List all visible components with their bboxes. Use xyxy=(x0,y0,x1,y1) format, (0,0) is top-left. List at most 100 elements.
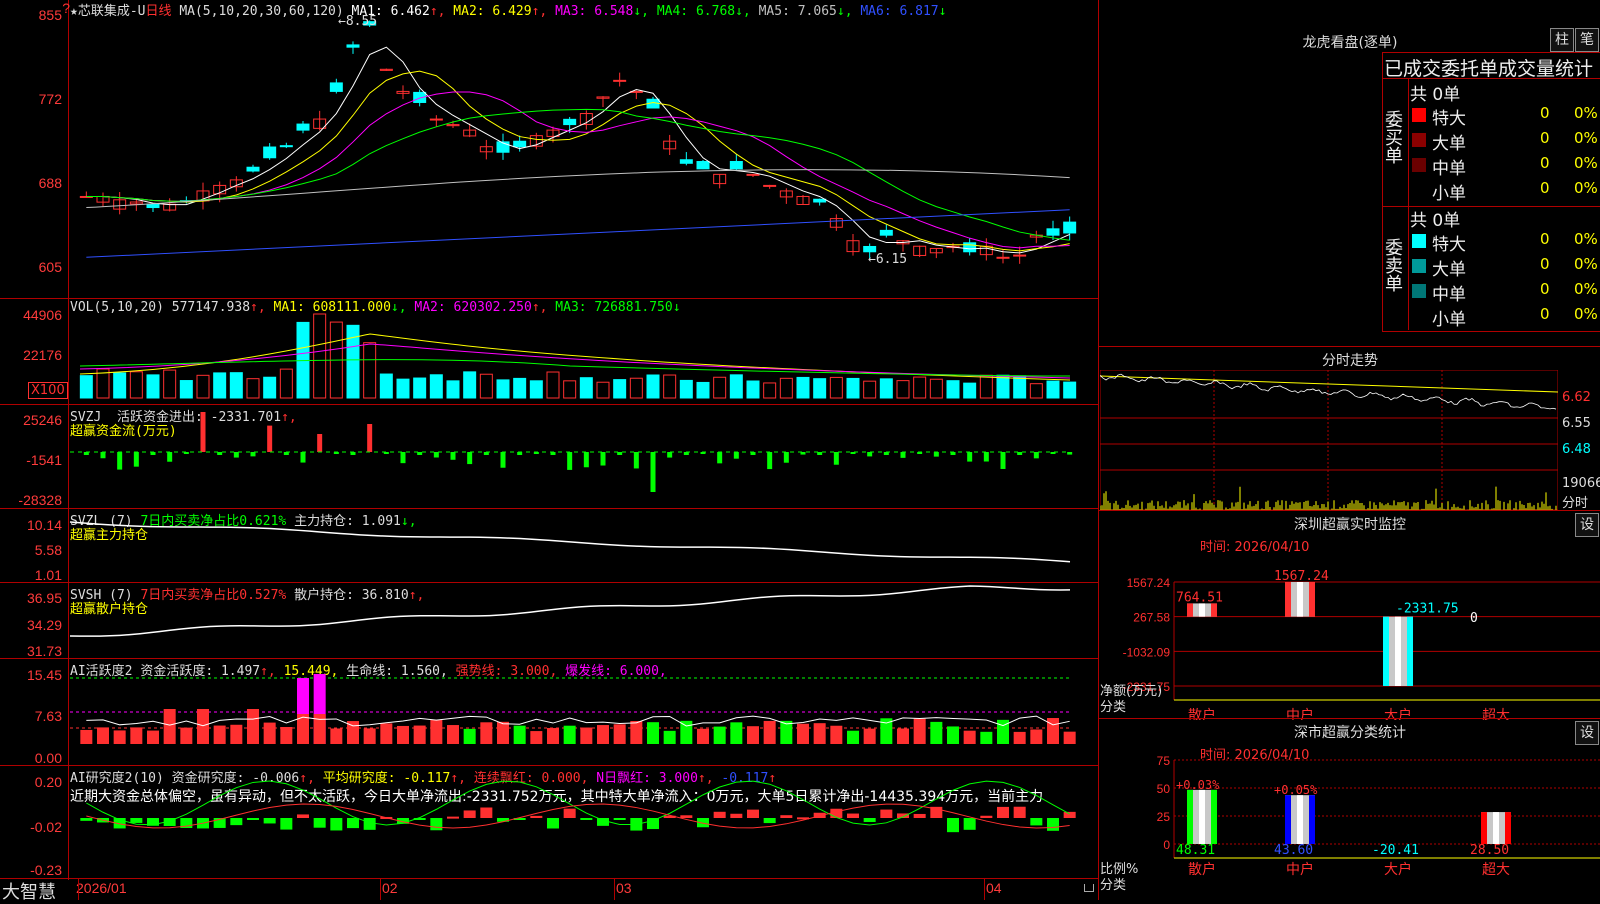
volume-value: 577147.938 xyxy=(171,300,251,315)
active-bar xyxy=(613,724,626,744)
volume-bar xyxy=(479,373,493,399)
buy-row-value: 0 xyxy=(1540,154,1550,172)
volume-ma3: MA3: 726881.750 xyxy=(555,300,673,315)
volume-bar xyxy=(396,378,410,399)
research-bar xyxy=(863,818,876,822)
sell-row-pct: 0% xyxy=(1574,230,1598,248)
svsh-chart[interactable] xyxy=(69,584,1098,658)
volume-bar xyxy=(113,372,127,399)
monitor-x-unit: 分类 xyxy=(1100,700,1127,715)
svzl-ylabel: 5.58 xyxy=(34,542,62,558)
ai-research-header: AI研究度2(10) 资金研究度: -0.006↑, 平均研究度: -0.117… xyxy=(70,771,777,786)
volume-bar xyxy=(613,379,627,399)
intraday-label: 6.62 xyxy=(1562,390,1591,405)
volume-bar xyxy=(463,371,477,399)
candle-body xyxy=(763,184,777,187)
flow-bar xyxy=(267,425,273,452)
panel-divider xyxy=(0,765,1098,766)
kline-ylabel: 772 xyxy=(38,91,62,107)
month-tick xyxy=(78,878,79,900)
ai-research-name: AI研究度2(10) xyxy=(70,771,164,786)
svzj-ylabel: -1541 xyxy=(26,452,62,468)
active-bar xyxy=(1047,718,1059,744)
buy-row-swatch xyxy=(1412,183,1426,197)
flow-bar xyxy=(983,452,989,462)
volume-bar xyxy=(179,380,193,399)
candle-body xyxy=(146,203,160,209)
classify-settings-button[interactable]: 设 xyxy=(1575,721,1599,745)
kline-ylabel: 855 xyxy=(38,7,62,23)
volume-bar xyxy=(279,368,293,399)
sell-total: 共 0单 xyxy=(1410,211,1461,231)
lock-icon[interactable] xyxy=(1084,884,1094,892)
volume-bar xyxy=(429,374,443,399)
bar-mode-button[interactable]: 柱 xyxy=(1550,28,1574,52)
svzl-chart[interactable] xyxy=(69,510,1098,582)
research-bar xyxy=(313,818,326,828)
flow-bar xyxy=(367,424,373,452)
xaxis-label: 04 xyxy=(986,880,1002,896)
classify-chart[interactable]: 75 50 25 0 48.31 散户 43.60 中户 -20.41 大户 28.50 超大 +0.0… xyxy=(1100,756,1600,900)
active-bar xyxy=(813,723,826,744)
high-marker-value: 8.55 xyxy=(345,14,378,29)
stroke-mode-button[interactable]: 笔 xyxy=(1575,28,1599,52)
active-bar xyxy=(480,722,493,744)
monitor-value-label: 1567.24 xyxy=(1274,569,1329,584)
sell-row-value: 0 xyxy=(1540,280,1550,298)
volume-bar xyxy=(263,376,277,399)
research-bar xyxy=(647,818,659,830)
volume-chart[interactable] xyxy=(70,313,1098,399)
flow-bar xyxy=(967,452,973,462)
month-tick xyxy=(380,878,381,900)
buy-row-value: 0 xyxy=(1540,179,1550,197)
flow-bar xyxy=(167,452,173,462)
buy-row-pct: 0% xyxy=(1574,129,1598,147)
ai-research-chart[interactable] xyxy=(70,780,1098,878)
monitor-bar-edge xyxy=(1407,616,1413,686)
classify-bar-edge xyxy=(1187,789,1193,844)
active-bar xyxy=(1063,731,1076,744)
classify-bar-shine xyxy=(1297,795,1303,844)
volume-bar xyxy=(629,377,643,399)
research-bar xyxy=(913,813,926,818)
active-bar xyxy=(847,730,859,744)
active-bar xyxy=(147,730,159,744)
sell-row-label: 中单 xyxy=(1432,285,1466,305)
sell-row-pct: 0% xyxy=(1574,280,1598,298)
volume-bar xyxy=(646,374,660,399)
kline-chart[interactable] xyxy=(70,14,1098,296)
active-bar xyxy=(713,726,726,744)
volume-bar xyxy=(1046,380,1060,399)
active-bar xyxy=(130,727,143,744)
active-bar xyxy=(230,724,243,744)
ai-research-ylabel: -0.02 xyxy=(30,819,62,835)
intraday-title: 分时走势 xyxy=(1322,353,1378,369)
buy-row-pct: 0% xyxy=(1574,179,1598,197)
volume-bar xyxy=(596,381,610,399)
flow-bar xyxy=(933,452,939,457)
svzj-chart[interactable] xyxy=(70,412,1098,506)
monitor-chart[interactable]: 1567.24267.58-1032.09-2331.75764.51散户156… xyxy=(1100,556,1600,720)
volume-ylabel: 22176 xyxy=(23,347,62,363)
classify-change-label: +0.03% xyxy=(1176,778,1220,792)
panel-divider xyxy=(0,298,1098,299)
intraday-chart[interactable] xyxy=(1100,370,1558,510)
ai-research-a: 资金研究度: -0.006 xyxy=(171,771,300,786)
active-bar xyxy=(597,725,609,744)
ai-active-chart[interactable] xyxy=(70,674,1098,764)
svsh-ylabel: 36.95 xyxy=(26,590,62,606)
candle-body xyxy=(279,145,293,148)
classify-ytick: 25 xyxy=(1157,810,1171,824)
monitor-settings-button[interactable]: 设 xyxy=(1575,513,1599,537)
volume-bar xyxy=(679,379,693,399)
volume-bar xyxy=(846,377,860,399)
candle-body xyxy=(329,82,343,92)
classify-value-label: 28.50 xyxy=(1470,843,1509,858)
active-bar xyxy=(963,730,976,744)
volume-bar xyxy=(379,373,393,399)
active-bar xyxy=(580,727,593,744)
flow-bar xyxy=(450,452,456,460)
ma-line xyxy=(86,108,1070,241)
month-tick xyxy=(614,878,615,900)
flow-bar xyxy=(433,452,439,458)
